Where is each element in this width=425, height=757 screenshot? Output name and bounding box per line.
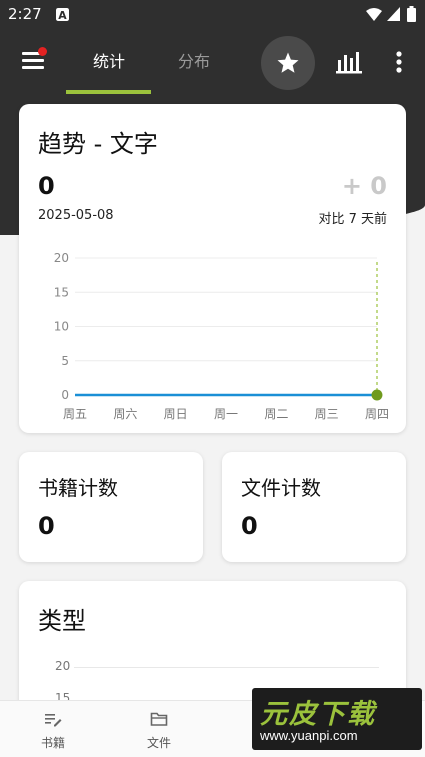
status-time: 2:27 xyxy=(8,5,42,23)
tab-statistics-label: 统计 xyxy=(92,52,125,71)
watermark-title: 元皮下载 xyxy=(260,699,376,730)
chart-x-tick-label: 周二 xyxy=(264,407,288,421)
more-options-button[interactable] xyxy=(392,49,406,75)
chart-y-tick-label: 5 xyxy=(61,354,69,368)
bottom-nav-files-label: 文件 xyxy=(146,736,171,750)
watermark-url: www.yuanpi.com xyxy=(260,728,358,743)
files-count-title: 文件计数 xyxy=(241,476,321,500)
trend-line-chart: 20 15 10 5 0 周五 周六 周日 周一 周二 周三 周四 xyxy=(54,251,389,421)
files-count-value: 0 xyxy=(241,512,258,540)
chart-y-tick-label: 15 xyxy=(54,285,69,299)
trend-count: 0 xyxy=(38,172,55,200)
chart-data-point xyxy=(371,389,383,401)
notification-a-icon: A xyxy=(56,8,69,21)
status-bar: 2:27 A xyxy=(0,0,425,30)
tab-distribution[interactable]: 分布 xyxy=(151,30,237,95)
bar-chart-icon xyxy=(336,52,362,74)
books-count-title: 书籍计数 xyxy=(38,476,118,500)
chart-y-tick-label: 0 xyxy=(61,388,69,402)
type-card-title: 类型 xyxy=(38,607,86,635)
signal-icon xyxy=(387,7,400,21)
bottom-nav-files[interactable]: 文件 xyxy=(106,701,212,757)
folder-icon xyxy=(150,712,168,726)
trend-compare-label: 对比 7 天前 xyxy=(318,212,387,227)
favorite-button[interactable] xyxy=(261,36,315,90)
bottom-nav-books[interactable]: 书籍 xyxy=(0,701,106,757)
chart-x-tick-label: 周四 xyxy=(365,407,389,421)
tab-statistics[interactable]: 统计 xyxy=(66,30,152,95)
trend-card-title: 趋势 - 文字 xyxy=(38,130,158,158)
chart-x-tick-label: 周六 xyxy=(113,407,137,421)
type-gridline xyxy=(74,667,379,668)
wifi-icon xyxy=(366,8,382,21)
chart-y-tick-label: 10 xyxy=(54,320,69,334)
svg-text:A: A xyxy=(58,9,67,21)
chart-x-tick-label: 周三 xyxy=(315,407,339,421)
trend-delta: + 0 xyxy=(341,172,387,200)
files-count-card[interactable]: 文件计数 0 xyxy=(222,452,406,562)
chart-x-tick-label: 周一 xyxy=(214,407,238,421)
site-watermark: 元皮下载 www.yuanpi.com xyxy=(252,688,422,750)
chart-x-tick-label: 周五 xyxy=(63,407,87,421)
chart-x-tick-label: 周日 xyxy=(164,407,188,421)
chart-view-button[interactable] xyxy=(336,49,362,75)
edit-note-icon xyxy=(45,714,62,727)
bottom-nav-books-label: 书籍 xyxy=(40,736,65,750)
trend-card: 趋势 - 文字 0 2025-05-08 + 0 对比 7 天前 20 15 10 5… xyxy=(19,104,406,433)
chart-y-tick-label: 20 xyxy=(54,251,69,265)
app-bar: 统计 分布 xyxy=(0,30,425,95)
battery-icon xyxy=(407,6,416,22)
books-count-value: 0 xyxy=(38,512,55,540)
type-y-tick: 20 xyxy=(55,659,71,673)
active-tab-indicator xyxy=(66,90,151,94)
star-icon xyxy=(277,52,299,73)
tab-distribution-label: 分布 xyxy=(177,52,210,71)
notification-badge xyxy=(38,47,47,56)
more-vert-icon xyxy=(396,51,402,73)
books-count-card[interactable]: 书籍计数 0 xyxy=(19,452,203,562)
trend-date: 2025-05-08 xyxy=(38,208,114,223)
